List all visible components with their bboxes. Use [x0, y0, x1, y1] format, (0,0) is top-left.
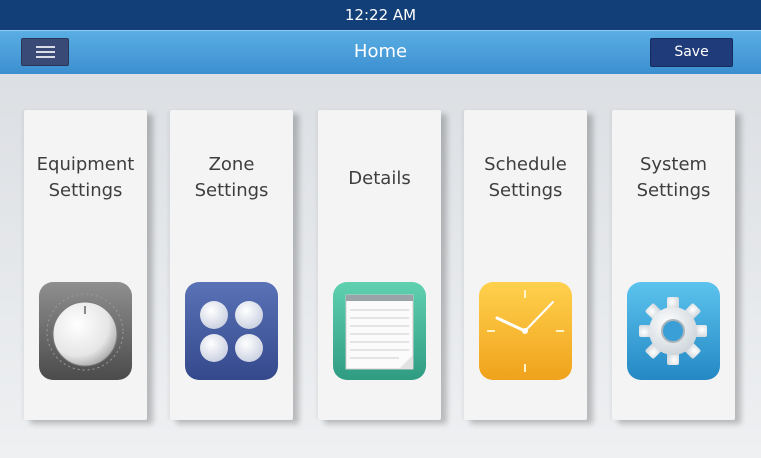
tile-label: Zone Settings: [194, 154, 269, 201]
status-bar: 12:22 AM: [0, 0, 761, 30]
zone-settings-tile[interactable]: Zone Settings: [170, 110, 293, 420]
thermostat-knob-icon: [39, 278, 132, 384]
tile-label: Schedule Settings: [484, 154, 567, 201]
gear-icon: [627, 278, 720, 384]
zones-grid-icon: [185, 278, 278, 384]
equipment-settings-tile[interactable]: Equipment Settings: [24, 110, 147, 420]
details-tile[interactable]: Details: [318, 110, 441, 420]
clock-icon: [479, 278, 572, 384]
save-button[interactable]: Save: [650, 38, 733, 67]
notepad-icon: [333, 278, 426, 384]
app-bar: Home Save: [0, 30, 761, 74]
tile-label: System Settings: [636, 154, 711, 201]
tile-label: Equipment Settings: [36, 154, 135, 201]
system-settings-tile[interactable]: System Settings: [612, 110, 735, 420]
tile-label: Details: [348, 168, 411, 189]
home-content: Equipment Settings Zone Settings Details…: [0, 74, 761, 458]
schedule-settings-tile[interactable]: Schedule Settings: [464, 110, 587, 420]
page-title: Home: [353, 41, 408, 62]
clock-time: 12:22 AM: [344, 6, 417, 24]
